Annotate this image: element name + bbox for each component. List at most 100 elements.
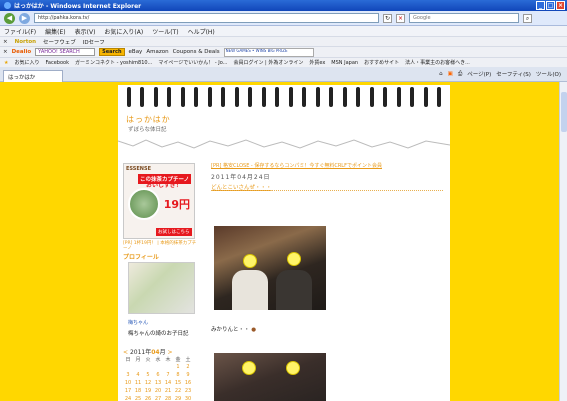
ring [288, 87, 293, 107]
norton-logo[interactable]: Norton [15, 39, 36, 45]
tab-hakkahaka[interactable]: はっかはか [3, 70, 63, 82]
profile-name[interactable]: 梅ちゃん [128, 319, 148, 326]
menu-tools[interactable]: ツール(T) [152, 27, 178, 36]
refresh-icon[interactable]: ↻ [383, 13, 392, 23]
post-photo[interactable] [214, 226, 326, 310]
menu-edit[interactable]: 編集(E) [45, 27, 65, 36]
sidebar-ad[interactable]: ESSENSE この抹茶カプチーノ おいしすぎ！ 19円 お試しはこちら [123, 163, 195, 239]
ring [329, 87, 334, 107]
window-controls: _ □ × [536, 1, 565, 10]
calendar-day [133, 364, 143, 370]
dealio-logo[interactable]: Dealio [12, 49, 32, 55]
menu-view[interactable]: 表示(V) [75, 27, 96, 36]
calendar-day [153, 364, 163, 370]
calendar-next-link[interactable]: > [168, 349, 173, 356]
print-icon[interactable]: ⎙ [458, 71, 462, 78]
calendar-day: 14 [164, 380, 172, 386]
ad-caption-link[interactable]: [PR] 1杯19円！ | 本格的抹茶カプチーノ [123, 241, 198, 251]
fav-item[interactable]: MSN Japan [331, 60, 358, 66]
search-icon[interactable]: ⌕ [523, 13, 532, 23]
forward-button[interactable]: ▶ [19, 12, 30, 24]
calendar-day: 8 [176, 372, 180, 378]
address-bar: ◀ ▶ http://pahka.kora.tv/ ↻ × Google ⌕ [0, 11, 567, 26]
calendar-day: 20 [154, 388, 162, 394]
calendar-day: 4 [136, 372, 140, 378]
face-cover-left [243, 254, 257, 268]
ebay-button[interactable]: eBay [129, 49, 143, 55]
calendar-week: 3456789 [123, 372, 193, 378]
safety-menu[interactable]: セーフティ(S) [496, 70, 531, 78]
weekday: 日 [125, 357, 131, 363]
page-menu[interactable]: ページ(P) [467, 70, 491, 78]
ring [369, 87, 374, 107]
fav-item[interactable]: 外貨ex [309, 59, 325, 66]
maximize-button[interactable]: □ [546, 1, 555, 10]
fav-item[interactable]: 会員ログイン | 外為オンライン [233, 59, 303, 66]
weekday: 水 [155, 357, 161, 363]
pr-notice-link[interactable]: [PR] 格安CLOSE - 保存するならコンパミ！今すぐ無料CRLFでポイント… [211, 162, 382, 169]
search-input[interactable]: Google [409, 13, 519, 23]
close-toolbar-icon[interactable]: × [3, 39, 8, 45]
minimize-button[interactable]: _ [536, 1, 545, 10]
menu-bar: ファイル(F) 編集(E) 表示(V) お気に入り(A) ツール(T) ヘルプ(… [0, 26, 567, 36]
ad-cta-button[interactable]: お試しはこちら [156, 228, 192, 236]
calendar-prev-link[interactable]: < [123, 349, 128, 356]
window-title: はっかはか - Windows Internet Explorer [14, 3, 142, 10]
blog-description: ずぼらな体日記 [128, 127, 167, 133]
vertical-scrollbar[interactable] [559, 82, 567, 401]
star-icon[interactable]: ★ [4, 60, 8, 66]
ring [383, 87, 388, 107]
toolbar-ad[interactable]: NEW GAMES • WINS BIG PRIZE [223, 47, 314, 57]
matcha-cup-image [128, 188, 160, 220]
calendar-day: 16 [184, 380, 192, 386]
calendar-day: 9 [186, 372, 190, 378]
post-photo-2[interactable] [214, 353, 326, 401]
ad-price: 19円 [163, 198, 190, 211]
amazon-button[interactable]: Amazon [146, 49, 168, 55]
favorites-label[interactable]: お気に入り [14, 59, 39, 66]
person-right [276, 270, 312, 310]
fav-item[interactable]: おすすめサイト [364, 59, 399, 66]
idsafe-button[interactable]: IDセーフ [83, 38, 105, 46]
ring [167, 87, 172, 107]
calendar-day: 10 [124, 380, 132, 386]
menu-help[interactable]: ヘルプ(H) [188, 27, 215, 36]
blog-title[interactable]: はっかはか [126, 114, 171, 125]
back-button[interactable]: ◀ [4, 12, 15, 24]
home-icon[interactable]: ⌂ [439, 71, 443, 77]
calendar-day: 26 [144, 396, 152, 401]
coupons-button[interactable]: Coupons & Deals [173, 49, 220, 55]
safeweb-button[interactable]: セーフウェブ [43, 38, 76, 46]
calendar-day: 1 [176, 364, 180, 370]
weekday: 木 [165, 357, 171, 363]
ring [302, 87, 307, 107]
search-button[interactable]: Search [99, 48, 125, 56]
ring [153, 87, 158, 107]
title-divider [211, 190, 443, 191]
calendar-day[interactable]: 24 [123, 396, 133, 401]
calendar-day: 17 [124, 388, 132, 394]
ring [126, 87, 131, 107]
yahoo-search-input[interactable]: YAHOO! SEARCH [35, 48, 96, 56]
fav-item[interactable]: マイページでいいかん！ - Jo... [158, 59, 227, 66]
stop-icon[interactable]: × [396, 13, 405, 23]
window-titlebar: はっかはか - Windows Internet Explorer _ □ × [0, 0, 567, 11]
face-cover-right [286, 361, 300, 375]
close-button[interactable]: × [556, 1, 565, 10]
menu-file[interactable]: ファイル(F) [4, 27, 36, 36]
ring [396, 87, 401, 107]
menu-favorites[interactable]: お気に入り(A) [104, 27, 143, 36]
tools-menu[interactable]: ツール(O) [536, 70, 561, 78]
blog-page: はっかはか ずぼらな体日記 ESSENSE この抹茶カプチーノ おいしすぎ！ 1… [118, 85, 450, 401]
fav-item[interactable]: ガーミンコネクト - yoshim810... [75, 59, 152, 66]
scroll-thumb[interactable] [561, 92, 567, 132]
photo-caption: みかりんと・・ ● [211, 325, 256, 333]
close-toolbar-icon[interactable]: × [3, 49, 8, 55]
ad-subline: おいしすぎ！ [146, 182, 182, 189]
fav-item[interactable]: Facebook [46, 60, 70, 66]
ring [437, 87, 442, 107]
calendar-day: 27 [154, 396, 162, 401]
url-input[interactable]: http://pahka.kora.tv/ [34, 13, 379, 23]
rss-icon[interactable]: ▣ [448, 71, 453, 77]
fav-item[interactable]: 法人・事業主のお客様へき... [405, 59, 470, 66]
